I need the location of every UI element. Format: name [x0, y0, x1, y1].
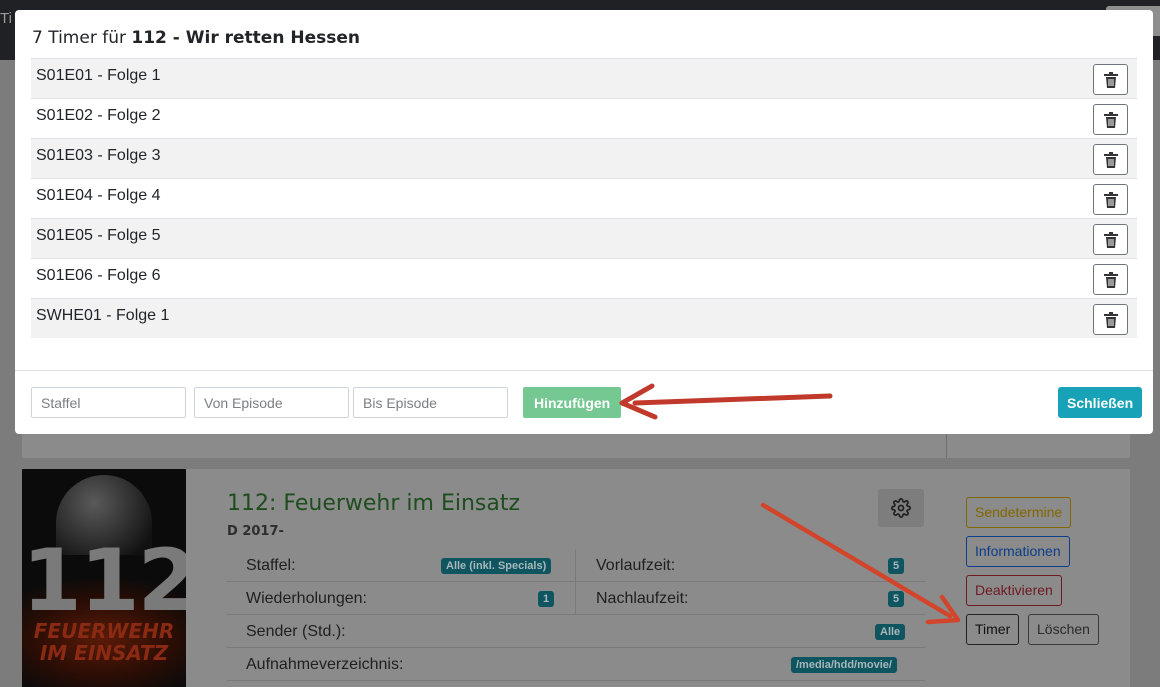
bis-episode-input[interactable] — [353, 387, 508, 418]
timer-episode-label: S01E06 - Folge 6 — [36, 267, 161, 284]
sender-label: Sender (Std.): — [246, 623, 346, 640]
poster-text-line1: FEUERWEHR — [33, 619, 175, 643]
trash-icon — [1103, 231, 1118, 248]
modal-title-prefix: 7 Timer für — [32, 28, 126, 48]
info-row-verzeichnis: Aufnahmeverzeichnis: /media/hdd/movie/ — [227, 648, 925, 681]
modal-title: 7 Timer für 112 - Wir retten Hessen — [32, 28, 360, 48]
poster-number: 112 — [22, 531, 186, 631]
timer-row: SWHE01 - Folge 1 — [31, 298, 1137, 338]
series-title[interactable]: 112: Feuerwehr im Einsatz — [227, 491, 520, 516]
staffel-badge: Alle (inkl. Specials) — [441, 558, 552, 574]
close-modal-button[interactable]: Schließen — [1058, 387, 1143, 418]
timer-row: S01E05 - Folge 5 — [31, 218, 1137, 258]
info-row-staffel: Staffel: Alle (inkl. Specials) Vorlaufze… — [227, 549, 925, 582]
modal-footer-divider — [15, 370, 1153, 371]
staffel-input[interactable] — [31, 387, 186, 418]
vorlaufzeit-badge: 5 — [888, 558, 905, 574]
add-timer-button[interactable]: Hinzufügen — [523, 387, 622, 418]
settings-button[interactable] — [878, 489, 924, 527]
trash-icon — [1103, 111, 1118, 128]
nachlaufzeit-label: Nachlaufzeit: — [596, 590, 689, 607]
navbar-brand[interactable]: Ti — [0, 10, 12, 27]
timer-button[interactable]: Timer — [966, 614, 1020, 645]
series-poster: 112 FEUERWEHR IM EINSATZ — [22, 469, 186, 687]
timer-modal: 7 Timer für 112 - Wir retten Hessen S01E… — [15, 10, 1153, 434]
wiederholungen-label: Wiederholungen: — [246, 590, 367, 607]
timer-episode-label: S01E05 - Folge 5 — [36, 227, 161, 244]
timer-list: S01E01 - Folge 1 S01E02 - Folge 2 S01E03… — [31, 58, 1137, 338]
info-row-sender: Sender (Std.): Alle — [227, 615, 925, 648]
series-subtitle: D 2017- — [227, 524, 284, 539]
trash-icon — [1103, 311, 1118, 328]
timer-episode-label: S01E04 - Folge 4 — [36, 187, 161, 204]
info-row-wiederholungen: Wiederholungen: 1 Nachlaufzeit: 5 — [227, 582, 925, 615]
sender-badge: Alle — [875, 624, 906, 640]
delete-timer-button[interactable] — [1093, 104, 1128, 135]
vorlaufzeit-label: Vorlaufzeit: — [596, 557, 676, 574]
nachlaufzeit-badge: 5 — [888, 591, 905, 607]
delete-timer-button[interactable] — [1093, 264, 1128, 295]
timer-row: S01E01 - Folge 1 — [31, 58, 1137, 98]
timer-episode-label: SWHE01 - Folge 1 — [36, 307, 170, 324]
timer-row: S01E06 - Folge 6 — [31, 258, 1137, 298]
delete-timer-button[interactable] — [1093, 304, 1128, 335]
modal-title-show: 112 - Wir retten Hessen — [131, 28, 360, 48]
timer-row: S01E02 - Folge 2 — [31, 98, 1137, 138]
timer-episode-label: S01E02 - Folge 2 — [36, 107, 161, 124]
timer-episode-label: S01E03 - Folge 3 — [36, 147, 161, 164]
timer-row: S01E03 - Folge 3 — [31, 138, 1137, 178]
von-episode-input[interactable] — [194, 387, 349, 418]
delete-timer-button[interactable] — [1093, 64, 1128, 95]
verzeichnis-label: Aufnahmeverzeichnis: — [246, 656, 404, 673]
trash-icon — [1103, 71, 1118, 88]
sendetermine-button[interactable]: Sendetermine — [966, 497, 1072, 528]
delete-timer-button[interactable] — [1093, 144, 1128, 175]
verzeichnis-badge: /media/hdd/movie/ — [791, 657, 897, 673]
trash-icon — [1103, 191, 1118, 208]
trash-icon — [1103, 271, 1118, 288]
staffel-label: Staffel: — [246, 557, 296, 574]
series-info-table: Staffel: Alle (inkl. Specials) Vorlaufze… — [227, 549, 925, 681]
deaktivieren-button[interactable]: Deaktivieren — [966, 575, 1062, 606]
wiederholungen-badge: 1 — [538, 591, 555, 607]
delete-timer-button[interactable] — [1093, 184, 1128, 215]
timer-episode-label: S01E01 - Folge 1 — [36, 67, 161, 84]
timer-row: S01E04 - Folge 4 — [31, 178, 1137, 218]
trash-icon — [1103, 151, 1118, 168]
delete-timer-button[interactable] — [1093, 224, 1128, 255]
informationen-button[interactable]: Informationen — [966, 536, 1070, 567]
poster-text-line2: IM EINSATZ — [39, 641, 169, 665]
series-card: 112 FEUERWEHR IM EINSATZ 112: Feuerwehr … — [22, 469, 1130, 687]
loeschen-button[interactable]: Löschen — [1028, 614, 1099, 645]
gear-icon — [891, 498, 911, 518]
